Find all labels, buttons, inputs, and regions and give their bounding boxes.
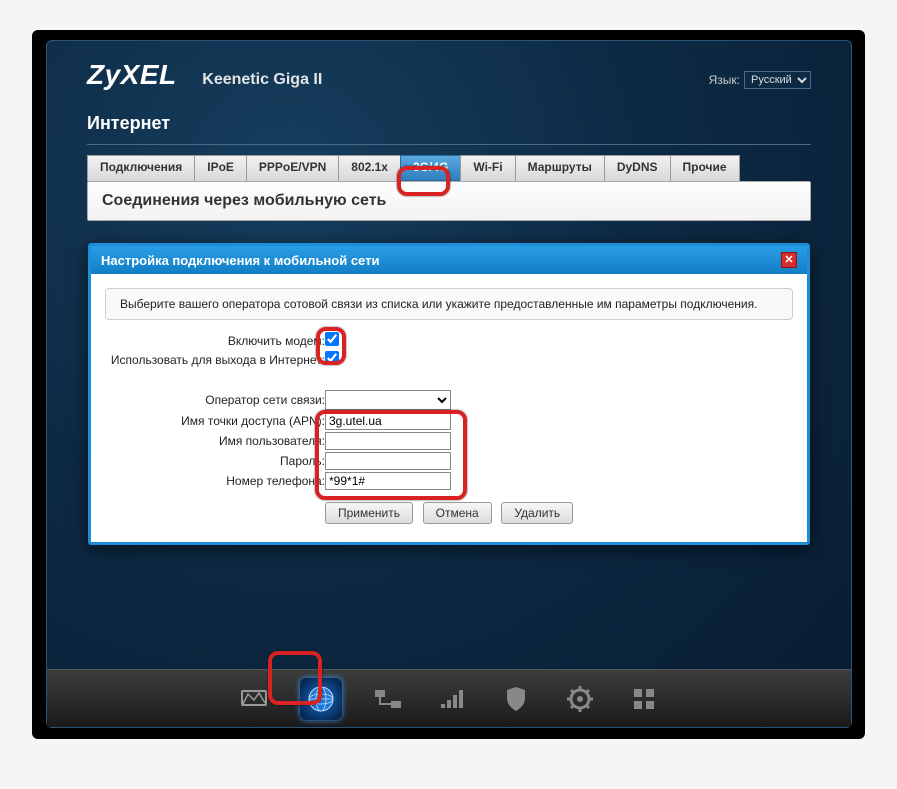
- tab-bar: Подключения IPoE PPPoE/VPN 802.1x 3G/4G …: [87, 155, 851, 181]
- language-select[interactable]: Русский: [744, 71, 811, 89]
- globe-icon[interactable]: [300, 678, 342, 720]
- tab-pppoe[interactable]: PPPoE/VPN: [246, 155, 339, 181]
- product-name: Keenetic Giga II: [202, 71, 322, 88]
- use-internet-label: Использовать для выхода в Интернет:: [105, 353, 325, 367]
- tab-3g4g[interactable]: 3G/4G: [400, 155, 461, 181]
- apn-label: Имя точки доступа (APN):: [105, 414, 325, 428]
- enable-modem-label: Включить модем:: [105, 334, 325, 348]
- phone-label: Номер телефона:: [105, 474, 325, 488]
- signal-icon[interactable]: [434, 681, 470, 717]
- net-icon[interactable]: [370, 681, 406, 717]
- mobile-connection-dialog: Настройка подключения к мобильной сети ✕…: [88, 243, 810, 545]
- tab-other[interactable]: Прочие: [670, 155, 740, 181]
- cancel-button[interactable]: Отмена: [423, 502, 492, 524]
- phone-input[interactable]: [325, 472, 451, 490]
- language-label: Язык:: [709, 73, 740, 87]
- password-label: Пароль:: [105, 454, 325, 468]
- password-input[interactable]: [325, 452, 451, 470]
- shield-icon[interactable]: [498, 681, 534, 717]
- tab-ipoe[interactable]: IPoE: [194, 155, 247, 181]
- close-icon[interactable]: ✕: [781, 252, 797, 268]
- operator-select[interactable]: [325, 390, 451, 410]
- operator-label: Оператор сети связи:: [105, 393, 325, 407]
- bottom-navbar: [47, 669, 851, 727]
- apply-button[interactable]: Применить: [325, 502, 413, 524]
- username-label: Имя пользователя:: [105, 434, 325, 448]
- tab-connections[interactable]: Подключения: [87, 155, 195, 181]
- brand-logo: ZyXEL: [87, 59, 177, 90]
- page-title: Интернет: [87, 113, 811, 134]
- monitor-icon[interactable]: [236, 681, 272, 717]
- gear-icon[interactable]: [562, 681, 598, 717]
- tab-wifi[interactable]: Wi-Fi: [460, 155, 515, 181]
- dialog-title: Настройка подключения к мобильной сети: [101, 253, 379, 268]
- enable-modem-checkbox[interactable]: [325, 332, 339, 346]
- tab-8021x[interactable]: 802.1x: [338, 155, 401, 181]
- use-internet-checkbox[interactable]: [325, 351, 339, 365]
- apps-icon[interactable]: [626, 681, 662, 717]
- section-title: Соединения через мобильную сеть: [102, 192, 796, 210]
- username-input[interactable]: [325, 432, 451, 450]
- tab-dyndns[interactable]: DyDNS: [604, 155, 671, 181]
- tab-routes[interactable]: Маршруты: [515, 155, 605, 181]
- apn-input[interactable]: [325, 412, 451, 430]
- dialog-hint: Выберите вашего оператора сотовой связи …: [105, 288, 793, 320]
- delete-button[interactable]: Удалить: [501, 502, 573, 524]
